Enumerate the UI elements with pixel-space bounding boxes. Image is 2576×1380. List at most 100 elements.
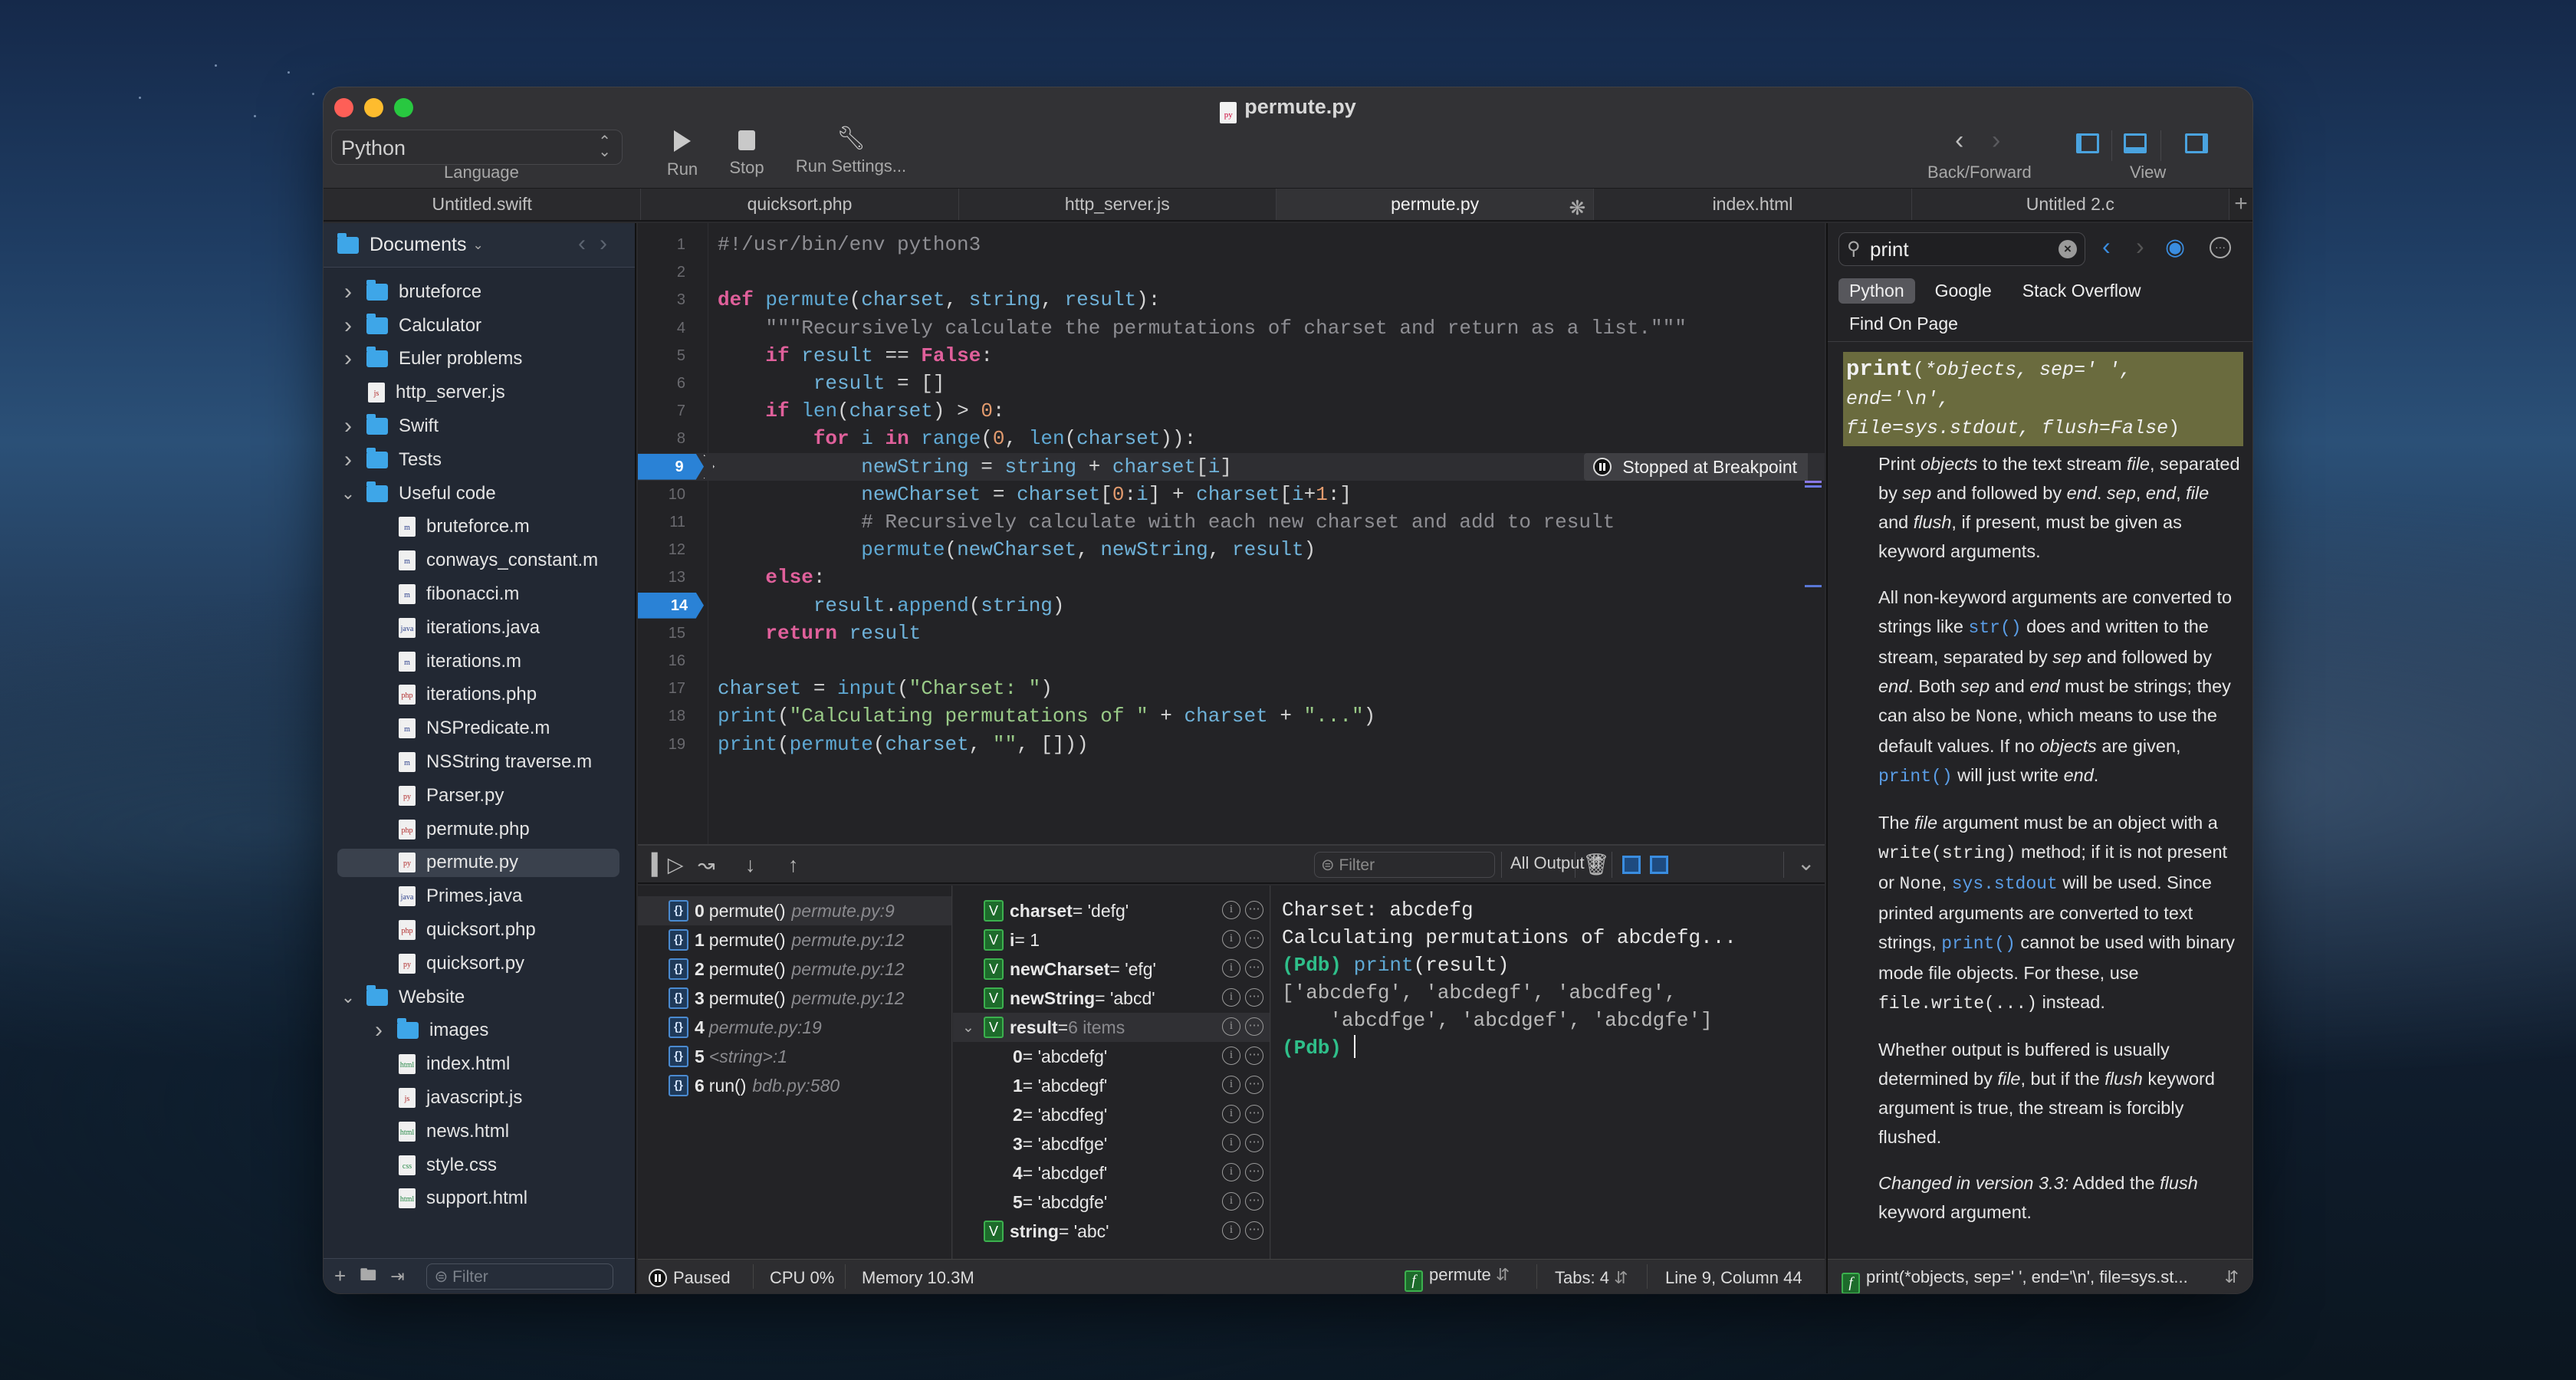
line-number[interactable]: 7 [638, 397, 685, 425]
variable-row[interactable]: Vstring = 'abc' i ⋯ [953, 1217, 1270, 1246]
debug-console[interactable]: Charset: abcdefg Calculating permutations… [1271, 886, 1825, 1259]
info-icon[interactable]: i [1222, 988, 1240, 1007]
cursor-position[interactable]: Line 9, Column 44 [1665, 1268, 1802, 1288]
docs-forward-icon[interactable]: › [2136, 232, 2144, 261]
more-icon[interactable]: ⋯ [1245, 1192, 1263, 1211]
info-icon[interactable]: i [1222, 901, 1240, 919]
line-number[interactable]: 11 [638, 508, 685, 536]
line-number[interactable]: 2 [638, 258, 685, 286]
language-select[interactable]: Python ⌃ ⌄ [331, 130, 623, 165]
code-line[interactable]: 11 # Recursively calculate with each new… [638, 508, 1825, 536]
tree-file[interactable]: css style.css [324, 1148, 635, 1182]
breakpoint-marker[interactable]: 14 [638, 592, 704, 619]
clear-search-icon[interactable]: × [2058, 240, 2077, 258]
line-number[interactable]: 4 [638, 314, 685, 342]
scope-stack-overflow[interactable]: Stack Overflow [2012, 278, 2152, 304]
code-line[interactable]: 6 result = [] [638, 370, 1825, 397]
step-out-icon[interactable]: ↑ [788, 853, 799, 877]
tab-untitled-2-c[interactable]: Untitled 2.c [1911, 189, 2229, 220]
tree-file[interactable]: html news.html [324, 1115, 635, 1148]
code-line[interactable]: 19 print(permute(charset, "", [])) [638, 731, 1825, 758]
code-line[interactable]: 9 newString = string + charset[i] Stopped… [638, 452, 1825, 481]
more-icon[interactable]: ⋯ [1245, 1076, 1263, 1094]
info-icon[interactable]: i [1222, 1105, 1240, 1123]
code-line[interactable]: 1 #!/usr/bin/env python3 [638, 231, 1825, 258]
breakpoint-marker[interactable]: 9 [638, 453, 704, 480]
tree-file[interactable]: php iterations.php [324, 678, 635, 712]
toggle-sidebar-icon[interactable] [2076, 133, 2099, 153]
tabs-setting-select[interactable]: Tabs: 4 ⇵ [1555, 1268, 1628, 1288]
tree-file[interactable]: java iterations.java [324, 611, 635, 645]
toggle-docs-panel-icon[interactable] [2185, 133, 2208, 153]
tree-folder[interactable]: › Swift [324, 409, 635, 443]
more-icon[interactable]: ⋯ [1245, 901, 1263, 919]
chevron-right-icon[interactable]: › [337, 447, 359, 473]
forward-button[interactable]: › [1992, 126, 2000, 156]
code-line[interactable]: 8 for i in range(0, len(charset)): [638, 425, 1825, 452]
code-editor[interactable]: 1 #!/usr/bin/env python3 2 3 def permute(cha… [638, 223, 1825, 844]
continue-icon[interactable]: ▍▷ [652, 853, 684, 877]
code-line[interactable]: 13 else: [638, 564, 1825, 591]
info-icon[interactable]: i [1222, 1017, 1240, 1036]
scope-find-on-page[interactable]: Find On Page [1838, 311, 1969, 337]
line-number[interactable]: 10 [638, 481, 685, 508]
stack-frame[interactable]: {} 2 permute() permute.py:12 [638, 955, 951, 984]
chevron-right-icon[interactable]: › [337, 346, 359, 372]
info-icon[interactable]: i [1222, 1134, 1240, 1152]
chevron-down-icon[interactable]: ⌄ [337, 484, 359, 504]
tree-file[interactable]: html index.html [324, 1047, 635, 1081]
tree-file[interactable]: m conways_constant.m [324, 544, 635, 577]
tree-file[interactable]: java Primes.java [324, 879, 635, 913]
collapse-debug-chevron-icon[interactable]: ⌄ [1797, 850, 1815, 876]
line-number[interactable]: 12 [638, 536, 685, 564]
code-line[interactable]: 16 [638, 647, 1825, 675]
eye-icon[interactable]: ◉ [2165, 234, 2185, 261]
stack-frame[interactable]: {} 6 run() bdb.py:580 [638, 1071, 951, 1100]
more-options-icon[interactable]: ··· [2210, 237, 2231, 258]
tree-folder[interactable]: › Euler problems [324, 343, 635, 376]
tab-http-server-js[interactable]: http_server.js [958, 189, 1276, 220]
more-icon[interactable]: ⋯ [1245, 988, 1263, 1007]
variable-row[interactable]: ⌄ Vresult = 6 items i ⋯ [953, 1013, 1270, 1042]
info-icon[interactable]: i [1222, 1076, 1240, 1094]
line-number[interactable]: 17 [638, 675, 685, 702]
run-button[interactable]: Run [659, 130, 705, 179]
variable-child-row[interactable]: 4 = 'abcdgef' i ⋯ [953, 1158, 1270, 1188]
variable-row[interactable]: Vi = 1 i ⋯ [953, 925, 1270, 955]
function-select[interactable]: f permute ⇵ [1405, 1265, 1510, 1292]
tree-file[interactable]: m NSString traverse.m [324, 745, 635, 779]
tree-folder[interactable]: › images [324, 1014, 635, 1048]
stack-frame[interactable]: {} 0 permute() permute.py:9 [638, 896, 951, 925]
more-icon[interactable]: ⋯ [1245, 1017, 1263, 1036]
console-input-line[interactable]: (Pdb) [1282, 1034, 1825, 1062]
variable-row[interactable]: VnewCharset = 'efg' i ⋯ [953, 955, 1270, 984]
line-number[interactable]: 5 [638, 342, 685, 370]
info-icon[interactable]: i [1222, 1221, 1240, 1240]
line-number[interactable]: 19 [638, 731, 685, 758]
tree-folder[interactable]: ⌄ Website [324, 981, 635, 1014]
info-icon[interactable]: i [1222, 959, 1240, 978]
code-line[interactable]: 10 newCharset = charset[0:i] + charset[i… [638, 481, 1825, 508]
folder-history-nav[interactable]: ‹› [578, 231, 621, 257]
stack-frame[interactable]: {} 5 <string>:1 [638, 1042, 951, 1071]
scope-python[interactable]: Python [1838, 278, 1915, 304]
chevron-down-icon[interactable]: ⌄ [962, 1019, 974, 1037]
tree-folder[interactable]: › Calculator [324, 309, 635, 343]
more-icon[interactable]: ⋯ [1245, 1221, 1263, 1240]
variable-child-row[interactable]: 1 = 'abcdegf' i ⋯ [953, 1071, 1270, 1100]
sys-stdout-link[interactable]: sys.stdout [1952, 874, 2058, 894]
tree-folder[interactable]: › Tests [324, 443, 635, 477]
print-link[interactable]: print() [1941, 934, 2016, 954]
variable-child-row[interactable]: 3 = 'abcdfge' i ⋯ [953, 1129, 1270, 1158]
more-icon[interactable]: ⋯ [1245, 1105, 1263, 1123]
reveal-in-finder-icon[interactable]: ⇥ [390, 1267, 404, 1286]
code-line[interactable]: 5 if result == False: [638, 342, 1825, 370]
more-icon[interactable]: ⋯ [1245, 1134, 1263, 1152]
variable-row[interactable]: Vcharset = 'defg' i ⋯ [953, 896, 1270, 925]
clear-console-trash-icon[interactable]: 🗑︎ [1582, 852, 1610, 877]
info-icon[interactable]: i [1222, 1046, 1240, 1065]
code-line[interactable]: 17 charset = input("Charset: ") [638, 675, 1825, 702]
print-link[interactable]: print() [1878, 767, 1953, 787]
more-icon[interactable]: ⋯ [1245, 1163, 1263, 1181]
new-folder-icon[interactable]: 🖿︎ [360, 1262, 376, 1291]
